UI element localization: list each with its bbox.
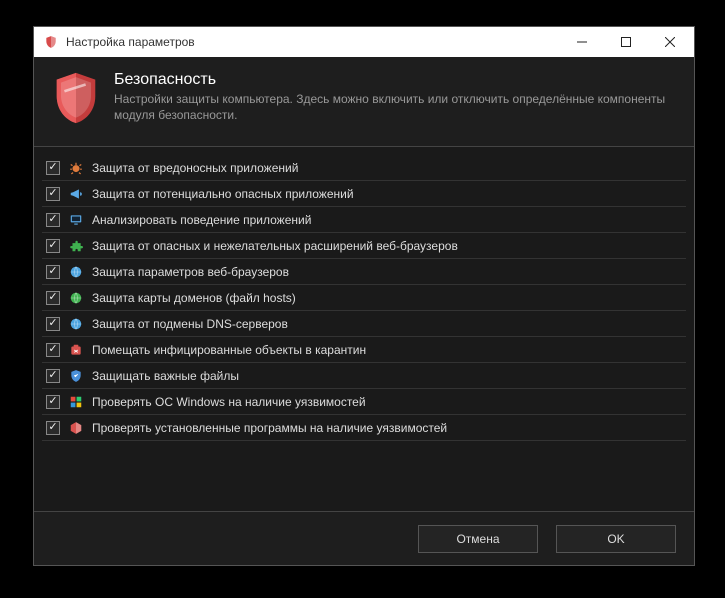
window-title: Настройка параметров [66,35,560,49]
dns-icon [68,316,84,332]
titlebar: Настройка параметров [34,27,694,57]
option-label: Защищать важные файлы [92,369,239,383]
option-label: Защита от потенциально опасных приложени… [92,187,354,201]
checkbox[interactable] [46,421,60,435]
checkbox[interactable] [46,291,60,305]
option-row[interactable]: Защита от потенциально опасных приложени… [42,181,686,207]
option-label: Защита от вредоносных приложений [92,161,298,175]
app-shield-icon [44,35,58,49]
option-label: Защита параметров веб-браузеров [92,265,289,279]
ok-button[interactable]: OK [556,525,676,553]
option-row[interactable]: Проверять ОС Windows на наличие уязвимос… [42,389,686,415]
option-row[interactable]: Защита карты доменов (файл hosts) [42,285,686,311]
page-title: Безопасность [114,71,676,89]
puzzle-icon [68,238,84,254]
header: Безопасность Настройки защиты компьютера… [34,57,694,147]
checkbox[interactable] [46,161,60,175]
globe-gear-icon [68,264,84,280]
close-button[interactable] [648,27,692,57]
cancel-button[interactable]: Отмена [418,525,538,553]
option-row[interactable]: Защита от подмены DNS-серверов [42,311,686,337]
option-row[interactable]: Защита от вредоносных приложений [42,155,686,181]
bug-icon [68,160,84,176]
globe-icon [68,290,84,306]
megaphone-icon [68,186,84,202]
checkbox[interactable] [46,395,60,409]
settings-window: Настройка параметров Безопасность Настро… [33,26,695,566]
option-label: Помещать инфицированные объекты в карант… [92,343,366,357]
shield-icon [52,71,100,128]
option-label: Защита карты доменов (файл hosts) [92,291,296,305]
footer: Отмена OK [34,511,694,565]
option-label: Анализировать поведение приложений [92,213,311,227]
option-row[interactable]: Защита параметров веб-браузеров [42,259,686,285]
checkbox[interactable] [46,265,60,279]
option-label: Проверять установленные программы на нал… [92,421,447,435]
package-icon [68,420,84,436]
minimize-button[interactable] [560,27,604,57]
checkbox[interactable] [46,369,60,383]
option-row[interactable]: Защищать важные файлы [42,363,686,389]
option-label: Защита от опасных и нежелательных расшир… [92,239,458,253]
option-label: Защита от подмены DNS-серверов [92,317,288,331]
quarantine-icon [68,342,84,358]
option-row[interactable]: Анализировать поведение приложений [42,207,686,233]
options-list: Защита от вредоносных приложений Защита о… [34,147,694,511]
option-label: Проверять ОС Windows на наличие уязвимос… [92,395,366,409]
shield-file-icon [68,368,84,384]
page-description: Настройки защиты компьютера. Здесь можно… [114,91,676,123]
windows-icon [68,394,84,410]
checkbox[interactable] [46,343,60,357]
option-row[interactable]: Помещать инфицированные объекты в карант… [42,337,686,363]
checkbox[interactable] [46,317,60,331]
checkbox[interactable] [46,213,60,227]
option-row[interactable]: Защита от опасных и нежелательных расшир… [42,233,686,259]
maximize-button[interactable] [604,27,648,57]
option-row[interactable]: Проверять установленные программы на нал… [42,415,686,441]
header-text: Безопасность Настройки защиты компьютера… [114,71,676,128]
monitor-icon [68,212,84,228]
checkbox[interactable] [46,239,60,253]
checkbox[interactable] [46,187,60,201]
